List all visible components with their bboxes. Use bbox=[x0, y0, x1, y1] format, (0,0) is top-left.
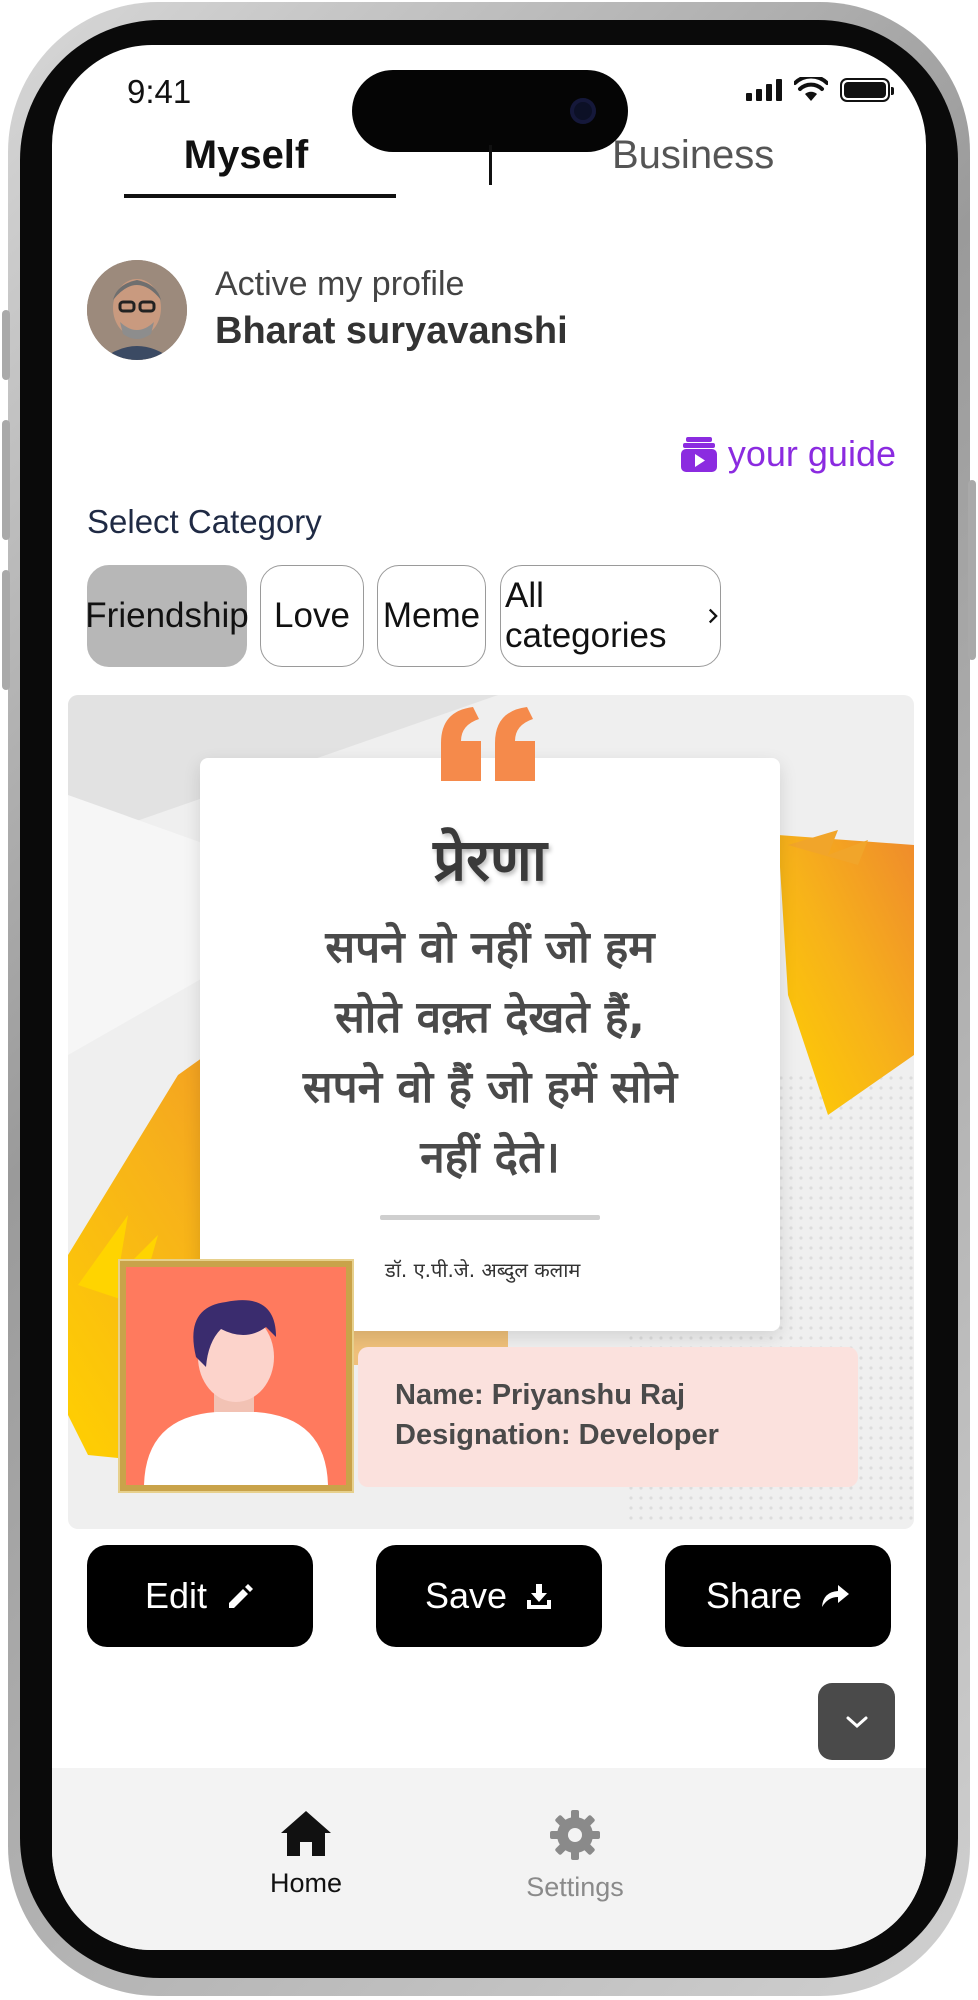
wifi-icon bbox=[794, 77, 828, 101]
chip-label: Friendship bbox=[85, 596, 249, 635]
edit-label: Edit bbox=[144, 1575, 208, 1616]
chip-label: Meme bbox=[382, 596, 481, 635]
nav-settings-label: Settings bbox=[526, 1872, 624, 1902]
chip-love[interactable]: Love bbox=[260, 565, 364, 667]
cellular-signal-icon bbox=[746, 79, 782, 101]
chip-meme[interactable]: Meme bbox=[377, 565, 486, 667]
quote-line: सोते वक़्त देखते हैं, bbox=[335, 992, 645, 1043]
person-photo-frame[interactable] bbox=[118, 1259, 354, 1493]
chevron-down-icon bbox=[846, 1716, 867, 1728]
share-button[interactable]: Share bbox=[665, 1545, 891, 1647]
collapse-button[interactable] bbox=[818, 1683, 895, 1760]
select-category-title: Select Category bbox=[87, 503, 322, 540]
video-guide-icon bbox=[680, 437, 717, 472]
status-time: 9:41 bbox=[127, 73, 192, 110]
person-designation: Designation: Developer bbox=[395, 1419, 719, 1451]
tab-business[interactable]: Business bbox=[612, 133, 774, 178]
quote-line: सपने वो नहीं जो हम bbox=[325, 922, 655, 973]
side-button bbox=[2, 420, 10, 540]
camera-icon bbox=[570, 98, 596, 124]
quote-line: नहीं देते। bbox=[420, 1132, 560, 1183]
edit-button[interactable]: Edit bbox=[87, 1545, 313, 1647]
quote-line: सपने वो हैं जो हमें सोने bbox=[302, 1062, 678, 1113]
tab-myself[interactable]: Myself bbox=[110, 133, 382, 178]
your-guide-label: your guide bbox=[727, 433, 896, 474]
tab-divider bbox=[489, 145, 492, 185]
battery-icon bbox=[840, 78, 894, 102]
profile-subtitle: Active my profile bbox=[215, 265, 465, 303]
quote-card[interactable]: प्रेरणा सपने वो नहीं जो हम सोते वक़्त दे… bbox=[68, 695, 914, 1529]
status-icons bbox=[746, 77, 894, 103]
screen: 9:41 Myself Business Active my profile B… bbox=[52, 45, 926, 1950]
home-icon bbox=[281, 1811, 331, 1856]
save-button[interactable]: Save bbox=[376, 1545, 602, 1647]
side-button bbox=[968, 480, 976, 660]
person-avatar-icon bbox=[126, 1267, 346, 1485]
quote-author: डॉ. ए.पी.जे. अब्दुल कलाम bbox=[385, 1258, 581, 1282]
your-guide-link[interactable]: your guide bbox=[680, 433, 896, 475]
save-label: Save bbox=[424, 1575, 508, 1616]
download-icon bbox=[527, 1584, 552, 1609]
quote-box: प्रेरणा सपने वो नहीं जो हम सोते वक़्त दे… bbox=[200, 707, 780, 1331]
nav-home-label: Home bbox=[269, 1868, 343, 1898]
chip-label: All categories bbox=[505, 576, 667, 655]
nav-settings[interactable]: Settings bbox=[495, 1808, 655, 1903]
person-info: Name: Priyanshu Raj Designation: Develop… bbox=[358, 1347, 858, 1487]
quote-divider bbox=[380, 1215, 600, 1220]
chip-friendship[interactable]: Friendship bbox=[85, 565, 249, 667]
side-button bbox=[2, 570, 10, 690]
bottom-nav: Home Settings bbox=[52, 1768, 926, 1950]
profile-name: Bharat suryavanshi bbox=[215, 310, 568, 352]
pencil-icon bbox=[229, 1584, 254, 1608]
person-name: Name: Priyanshu Raj bbox=[395, 1379, 686, 1411]
chevron-right-icon bbox=[709, 608, 718, 624]
dynamic-island bbox=[352, 70, 628, 152]
quote-title: प्रेरणा bbox=[433, 826, 547, 894]
share-arrow-icon bbox=[822, 1585, 850, 1607]
chip-all-categories[interactable]: All categories bbox=[500, 565, 721, 667]
chip-label: Love bbox=[274, 596, 350, 635]
nav-home[interactable]: Home bbox=[226, 1808, 386, 1899]
quote-text: सपने वो नहीं जो हम सोते वक़्त देखते हैं,… bbox=[200, 913, 780, 1193]
side-button bbox=[2, 310, 10, 380]
quote-marks-icon bbox=[441, 707, 535, 781]
share-label: Share bbox=[705, 1575, 803, 1616]
avatar[interactable] bbox=[87, 260, 187, 360]
gear-icon bbox=[550, 1810, 600, 1860]
active-tab-indicator bbox=[124, 194, 396, 198]
